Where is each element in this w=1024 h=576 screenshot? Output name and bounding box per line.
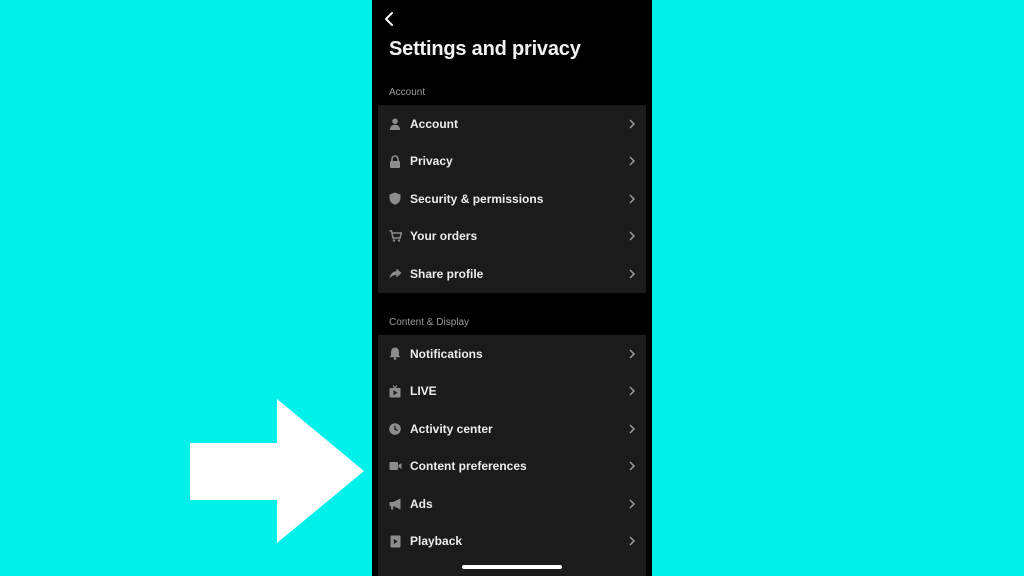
cart-icon: [388, 229, 402, 243]
chevron-right-icon: [629, 386, 636, 396]
settings-item-label: Notifications: [410, 346, 483, 361]
settings-item-share-profile[interactable]: Share profile: [378, 255, 646, 293]
bell-icon: [388, 347, 402, 361]
megaphone-icon: [388, 497, 402, 511]
chevron-right-icon: [629, 119, 636, 129]
settings-item-label: Privacy: [410, 154, 453, 169]
settings-item-label: Content preferences: [410, 459, 527, 474]
settings-item-label: Share profile: [410, 266, 484, 281]
settings-item-security-permissions[interactable]: Security & permissions: [378, 180, 646, 218]
home-indicator[interactable]: [462, 565, 562, 569]
chevron-right-icon: [629, 536, 636, 546]
settings-item-label: Playback: [410, 534, 463, 549]
clock-icon: [388, 422, 402, 436]
settings-item-label: Your orders: [410, 229, 478, 244]
chevron-right-icon: [629, 424, 636, 434]
chevron-right-icon: [629, 499, 636, 509]
lock-icon: [388, 154, 402, 168]
chevron-right-icon: [629, 461, 636, 471]
settings-item-activity-center[interactable]: Activity center: [378, 410, 646, 448]
settings-item-notifications[interactable]: Notifications: [378, 335, 646, 373]
chevron-left-icon[interactable]: [382, 10, 398, 28]
account-group: Account Privacy Security & permissions Y…: [378, 105, 646, 293]
settings-item-playback[interactable]: Playback: [378, 523, 646, 561]
settings-item-label: Ads: [410, 496, 433, 511]
section-label-account: Account: [389, 87, 426, 98]
settings-item-live[interactable]: LIVE: [378, 373, 646, 411]
settings-item-your-orders[interactable]: Your orders: [378, 218, 646, 256]
chevron-right-icon: [629, 194, 636, 204]
play-icon: [388, 534, 402, 548]
tv-icon: [388, 384, 402, 398]
page-title: Settings and privacy: [389, 38, 581, 60]
settings-item-content-preferences[interactable]: Content preferences: [378, 448, 646, 486]
shield-icon: [388, 192, 402, 206]
settings-item-label: Activity center: [410, 421, 493, 436]
chevron-right-icon: [629, 231, 636, 241]
chevron-right-icon: [629, 349, 636, 359]
chevron-right-icon: [629, 156, 636, 166]
settings-item-label: Security & permissions: [410, 191, 544, 206]
person-icon: [388, 117, 402, 131]
chevron-right-icon: [629, 269, 636, 279]
settings-item-label: Account: [410, 116, 458, 131]
content-display-group: Notifications LIVE Activity center Conte…: [378, 335, 646, 576]
phone-screen: Settings and privacy Account Account Pri…: [372, 0, 652, 576]
settings-item-privacy[interactable]: Privacy: [378, 143, 646, 181]
pointer-arrow: [190, 399, 364, 543]
settings-item-account[interactable]: Account: [378, 105, 646, 143]
section-label-content-display: Content & Display: [389, 317, 470, 328]
settings-item-ads[interactable]: Ads: [378, 485, 646, 523]
video-camera-icon: [388, 459, 402, 473]
settings-item-label: LIVE: [410, 384, 437, 399]
share-icon: [388, 267, 402, 281]
